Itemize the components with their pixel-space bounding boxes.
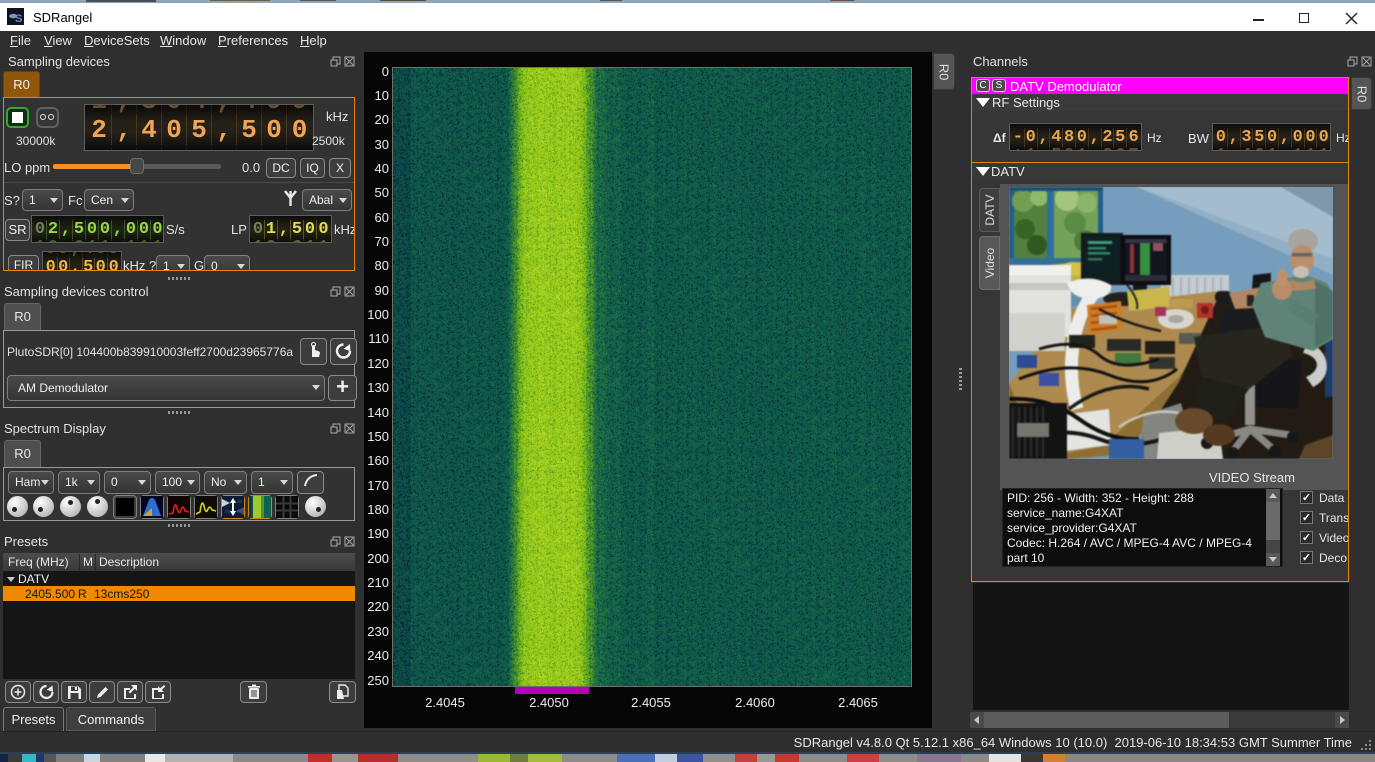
svg-text:S: S [15, 13, 22, 25]
